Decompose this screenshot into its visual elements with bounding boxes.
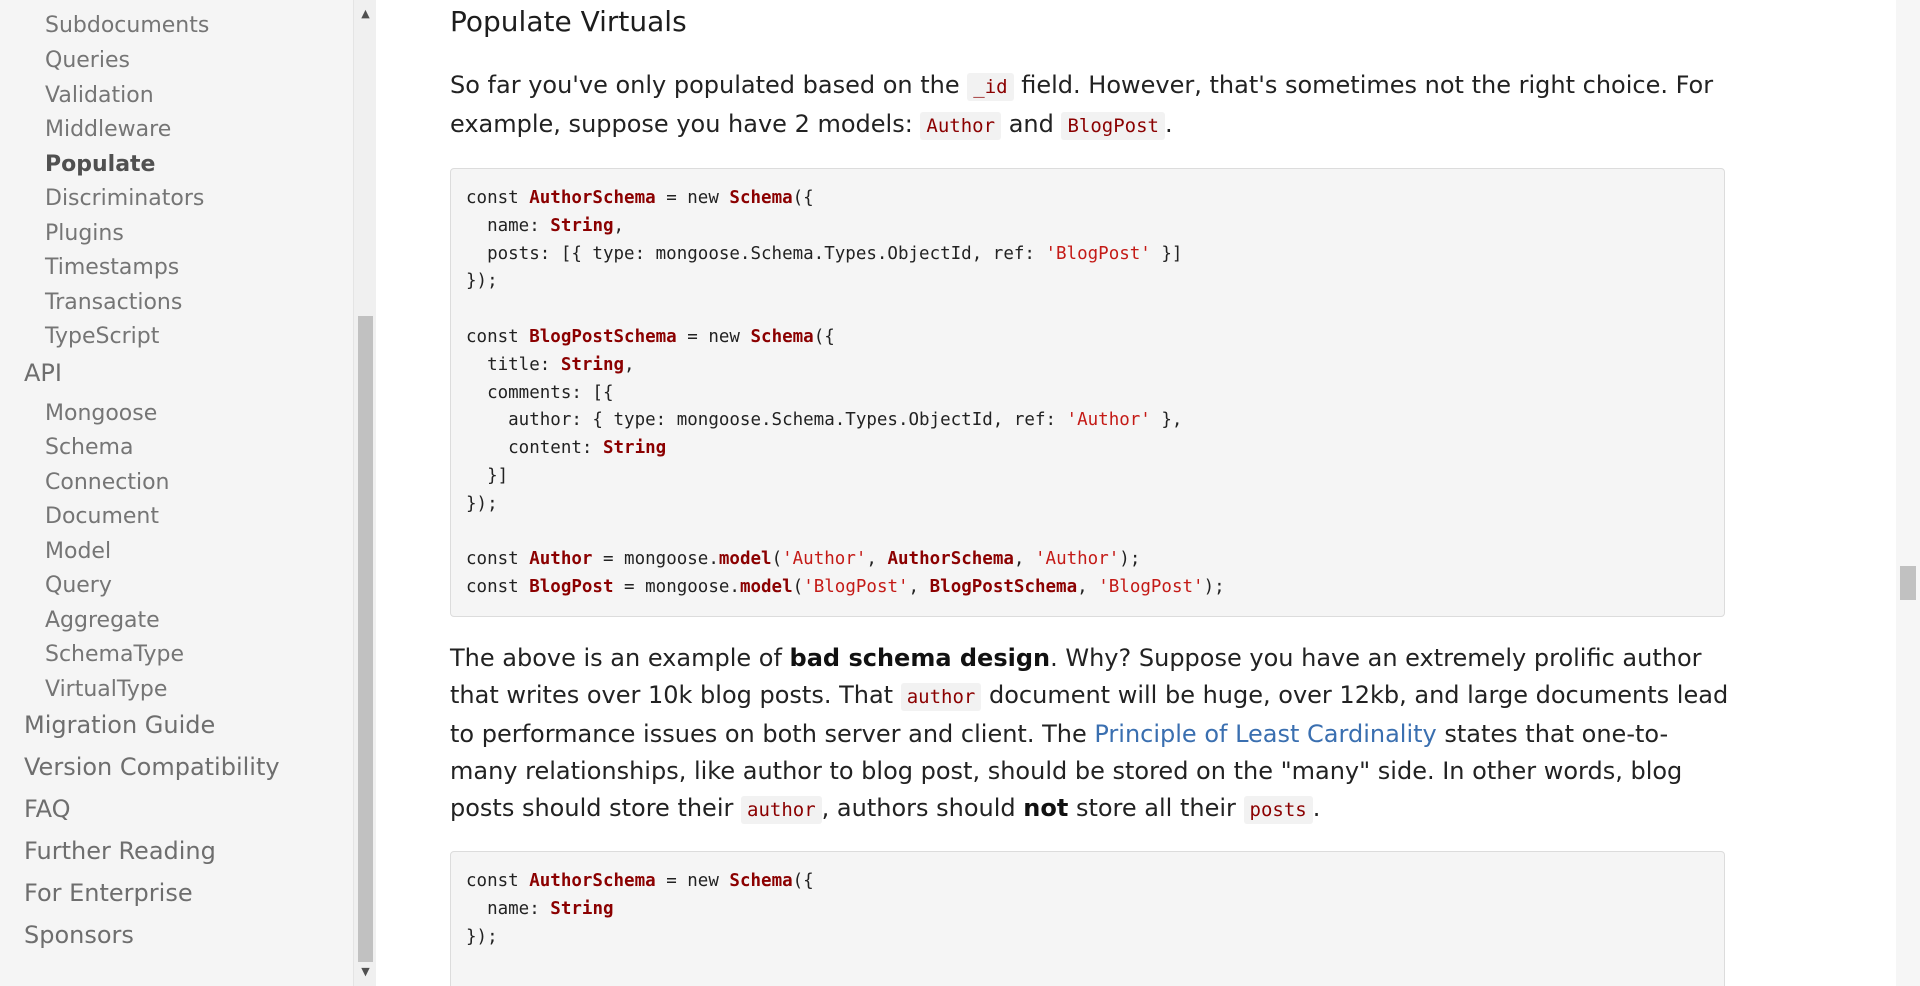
sidebar-item-further-reading[interactable]: Further Reading: [24, 839, 216, 863]
code-block-schemas: const AuthorSchema = new Schema({ name: …: [450, 168, 1725, 617]
inline-code: posts: [1243, 796, 1313, 824]
inline-code: author: [900, 683, 982, 711]
inline-code: author: [741, 796, 822, 824]
inline-code: _id: [967, 73, 1014, 101]
sidebar-item-aggregate[interactable]: Aggregate: [45, 610, 160, 632]
sidebar-item-plugins[interactable]: Plugins: [45, 223, 124, 245]
sidebar-item-subdocuments[interactable]: Subdocuments: [45, 15, 209, 37]
intro-paragraph: So far you've only populated based on th…: [450, 71, 1714, 140]
sidebar-item-schema[interactable]: Schema: [45, 437, 133, 459]
scroll-up-arrow-icon[interactable]: ▲: [354, 4, 377, 24]
sidebar-item-middleware[interactable]: Middleware: [45, 119, 171, 141]
sidebar-item-queries[interactable]: Queries: [45, 50, 130, 72]
sidebar-item-version-compatibility[interactable]: Version Compatibility: [24, 755, 280, 779]
sidebar-item-timestamps[interactable]: Timestamps: [45, 257, 179, 279]
code-block-author-schema: const AuthorSchema = new Schema({ name: …: [450, 851, 1725, 986]
page-scrollbar-thumb[interactable]: [1900, 566, 1916, 600]
section-heading: Populate Virtuals: [450, 5, 687, 38]
sidebar-item-for-enterprise[interactable]: For Enterprise: [24, 881, 193, 905]
sidebar-item-populate[interactable]: Populate: [45, 154, 155, 176]
principle-of-least-cardinality-link[interactable]: Principle of Least Cardinality: [1094, 720, 1436, 748]
scroll-down-arrow-icon[interactable]: ▼: [354, 962, 377, 982]
sidebar-item-faq[interactable]: FAQ: [24, 797, 71, 821]
sidebar-item-migration-guide[interactable]: Migration Guide: [24, 713, 215, 737]
sidebar-scrollbar-thumb[interactable]: [358, 316, 373, 962]
sidebar-item-mongoose[interactable]: Mongoose: [45, 403, 157, 425]
sidebar-item-discriminators[interactable]: Discriminators: [45, 188, 204, 210]
inline-code: BlogPost: [1061, 112, 1165, 140]
sidebar-item-sponsors[interactable]: Sponsors: [24, 923, 134, 947]
sidebar-item-api[interactable]: API: [24, 361, 62, 385]
docs-sidebar: Subdocuments Queries Validation Middlewa…: [0, 0, 353, 986]
sidebar-scrollbar[interactable]: ▲ ▼: [353, 0, 376, 986]
sidebar-item-document[interactable]: Document: [45, 506, 159, 528]
sidebar-item-model[interactable]: Model: [45, 541, 111, 563]
inline-code: Author: [920, 112, 1002, 140]
main-content: Populate Virtuals So far you've only pop…: [376, 0, 1896, 986]
sidebar-item-validation[interactable]: Validation: [45, 85, 154, 107]
sidebar-item-connection[interactable]: Connection: [45, 472, 169, 494]
page-scrollbar[interactable]: [1896, 0, 1920, 986]
design-paragraph: The above is an example of bad schema de…: [450, 644, 1729, 824]
sidebar-item-schematype[interactable]: SchemaType: [45, 644, 184, 666]
sidebar-item-virtualtype[interactable]: VirtualType: [45, 679, 167, 701]
sidebar-item-typescript[interactable]: TypeScript: [45, 326, 159, 348]
sidebar-item-transactions[interactable]: Transactions: [45, 292, 182, 314]
sidebar-item-query[interactable]: Query: [45, 575, 112, 597]
